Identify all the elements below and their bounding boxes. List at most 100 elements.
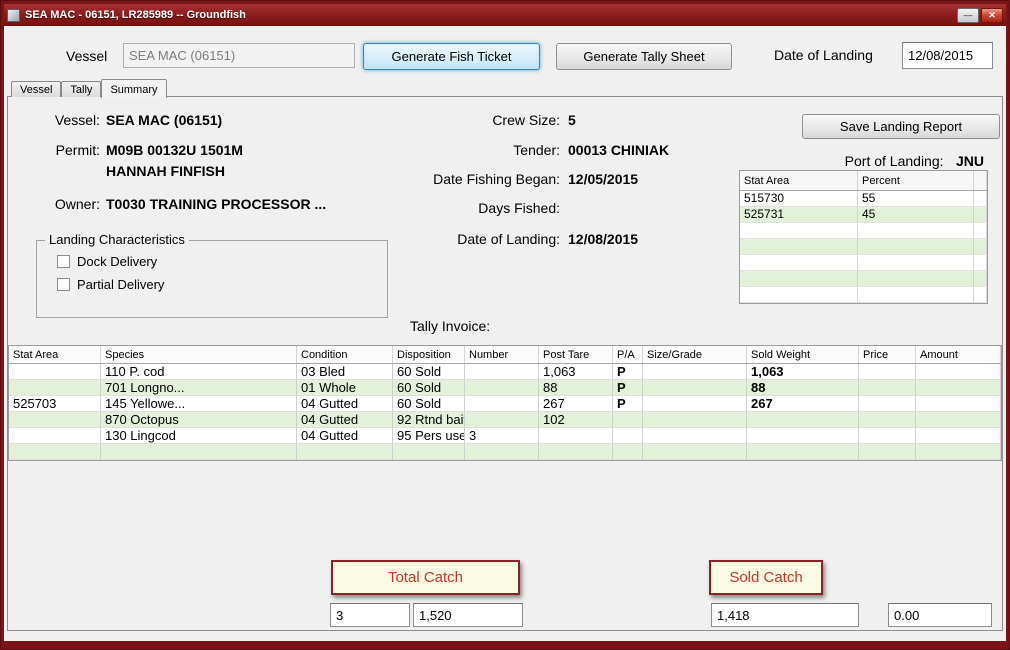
stat-area-cell — [974, 239, 987, 255]
tally-col-header: Sold Weight — [747, 346, 859, 363]
stat-area-cell: 525731 — [740, 207, 858, 223]
vessel-toolbar-label: Vessel — [66, 48, 107, 64]
stat-area-row[interactable] — [740, 287, 987, 303]
tally-cell-species: 701 Longno... — [101, 380, 297, 396]
stat-area-cell: 55 — [858, 191, 974, 207]
stat-area-cell — [740, 271, 858, 287]
vessel-label: Vessel: — [34, 112, 100, 128]
stat-grid-col-header — [974, 171, 987, 190]
tally-cell-number — [465, 412, 539, 428]
tally-cell-sold-weight — [747, 412, 859, 428]
tally-cell-pa: P — [613, 364, 643, 380]
close-button[interactable]: ✕ — [981, 8, 1003, 23]
stat-area-row[interactable] — [740, 271, 987, 287]
tally-row[interactable]: 701 Longno...01 Whole60 Sold88P88 — [9, 380, 1001, 396]
date-fishing-began-value: 12/05/2015 — [568, 171, 638, 187]
total-weight-field[interactable] — [413, 603, 523, 627]
port-of-landing: Port of Landing: JNU — [704, 153, 984, 171]
generate-tally-sheet-button[interactable]: Generate Tally Sheet — [556, 43, 732, 70]
stat-area-cell — [974, 207, 987, 223]
tally-col-header: Species — [101, 346, 297, 363]
tab-summary[interactable]: Summary — [101, 79, 166, 98]
stat-area-cell — [740, 287, 858, 303]
title-bar[interactable]: SEA MAC - 06151, LR285989 -- Groundfish … — [4, 4, 1006, 26]
tally-cell-sold-weight: 1,063 — [747, 364, 859, 380]
tally-cell-species: 145 Yellowe... — [101, 396, 297, 412]
sold-catch-label: Sold Catch — [729, 569, 802, 586]
tally-invoice-label: Tally Invoice: — [410, 318, 490, 334]
stat-area-cell — [740, 239, 858, 255]
tally-row[interactable]: 130 Lingcod04 Gutted95 Pers use3 — [9, 428, 1001, 444]
checkbox-label: Partial Delivery — [77, 277, 164, 292]
save-landing-report-button[interactable]: Save Landing Report — [802, 114, 1000, 139]
tally-cell-sold-weight — [747, 444, 859, 460]
tally-cell-stat-area: 525703 — [9, 396, 101, 412]
tally-cell-size-grade — [643, 412, 747, 428]
stat-grid-col-header: Percent — [858, 171, 974, 190]
generate-fish-ticket-button[interactable]: Generate Fish Ticket — [363, 43, 540, 70]
tally-col-header: Stat Area — [9, 346, 101, 363]
tally-cell-stat-area — [9, 428, 101, 444]
tally-row[interactable]: 525703145 Yellowe...04 Gutted60 Sold267P… — [9, 396, 1001, 412]
tally-cell-sold-weight: 88 — [747, 380, 859, 396]
tally-row[interactable]: 110 P. cod03 Bled60 Sold1,063P1,063 — [9, 364, 1001, 380]
stat-grid-col-header: Stat Area — [740, 171, 858, 190]
tab-tally[interactable]: Tally — [61, 81, 101, 97]
date-of-landing-toolbar-label: Date of Landing — [774, 47, 873, 63]
permit-label: Permit: — [34, 142, 100, 158]
tally-cell-condition: 04 Gutted — [297, 428, 393, 444]
stat-area-cell — [858, 271, 974, 287]
stat-area-grid-body: 5157305552573145 — [740, 191, 987, 303]
stat-area-row[interactable]: 51573055 — [740, 191, 987, 207]
tender-value: 00013 CHINIAK — [568, 142, 669, 158]
date-of-landing-input[interactable] — [902, 42, 993, 69]
tab-vessel[interactable]: Vessel — [11, 81, 61, 97]
tally-cell-species: 870 Octopus — [101, 412, 297, 428]
tally-cell-amount — [916, 444, 1001, 460]
tally-cell-species: 130 Lingcod — [101, 428, 297, 444]
tally-cell-species — [101, 444, 297, 460]
tally-cell-disposition: 92 Rtnd bait — [393, 412, 465, 428]
tally-cell-price — [859, 412, 916, 428]
checkbox-label: Dock Delivery — [77, 254, 157, 269]
landing-characteristics-title: Landing Characteristics — [45, 232, 189, 247]
tally-cell-amount — [916, 396, 1001, 412]
tally-col-header: Number — [465, 346, 539, 363]
window-content: Vessel Generate Fish Ticket Generate Tal… — [4, 26, 1006, 641]
stat-area-cell — [740, 223, 858, 239]
tally-cell-amount — [916, 364, 1001, 380]
tally-cell-condition — [297, 444, 393, 460]
tally-row[interactable] — [9, 444, 1001, 460]
tally-row[interactable]: 870 Octopus04 Gutted92 Rtnd bait102 — [9, 412, 1001, 428]
stat-area-cell — [974, 271, 987, 287]
stat-area-row[interactable] — [740, 239, 987, 255]
sold-weight-field[interactable] — [711, 603, 859, 627]
tally-cell-pa — [613, 412, 643, 428]
total-amount-field[interactable] — [888, 603, 992, 627]
tally-cell-amount — [916, 428, 1001, 444]
tally-cell-price — [859, 428, 916, 444]
owner-value: T0030 TRAINING PROCESSOR ... — [106, 196, 326, 212]
stat-area-row[interactable]: 52573145 — [740, 207, 987, 223]
tally-cell-price — [859, 380, 916, 396]
crew-size-label: Crew Size: — [400, 112, 560, 128]
tally-cell-post-tare — [539, 428, 613, 444]
total-catch-label: Total Catch — [388, 569, 463, 586]
stat-area-row[interactable] — [740, 255, 987, 271]
tally-cell-post-tare: 1,063 — [539, 364, 613, 380]
app-icon — [7, 9, 20, 22]
stat-area-cell — [974, 255, 987, 271]
stat-area-row[interactable] — [740, 223, 987, 239]
tally-cell-pa: P — [613, 396, 643, 412]
checkbox-dock-delivery[interactable]: Dock Delivery — [57, 254, 387, 269]
tally-cell-disposition: 60 Sold — [393, 396, 465, 412]
tally-cell-pa — [613, 444, 643, 460]
port-of-landing-label: Port of Landing: — [845, 153, 944, 169]
days-fished-label: Days Fished: — [400, 200, 560, 216]
window-controls: — ✕ — [957, 8, 1003, 23]
checkbox-partial-delivery[interactable]: Partial Delivery — [57, 277, 387, 292]
tally-invoice-grid: Stat AreaSpeciesConditionDispositionNumb… — [8, 345, 1002, 461]
minimize-button[interactable]: — — [957, 8, 979, 23]
tally-cell-condition: 04 Gutted — [297, 412, 393, 428]
total-number-field[interactable] — [330, 603, 410, 627]
